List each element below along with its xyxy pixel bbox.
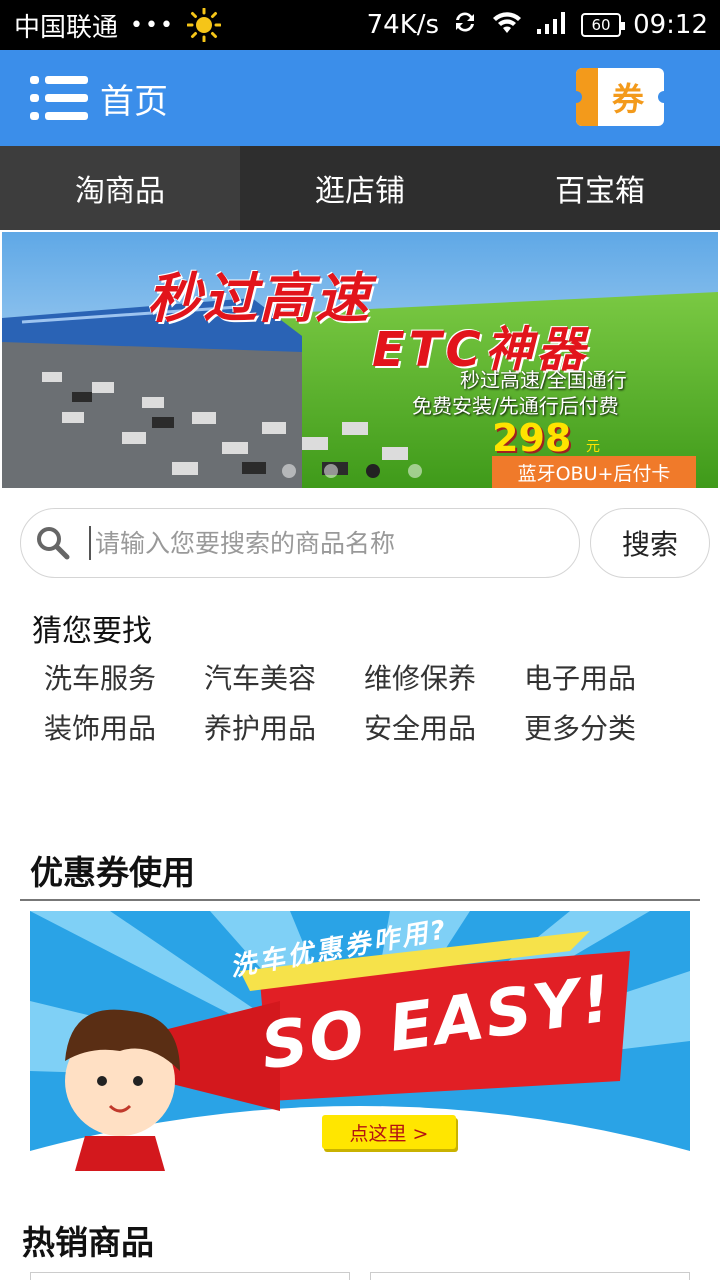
- search-icon: [33, 523, 73, 563]
- category-maintenance[interactable]: 维修保养: [364, 660, 524, 698]
- coupon-button[interactable]: 券: [570, 68, 670, 126]
- category-care[interactable]: 养护用品: [204, 710, 364, 748]
- banner-headline: 秒过高速: [147, 267, 371, 330]
- banner-line-2: 免费安装/先通行后付费: [412, 394, 619, 418]
- app-header: 首页 券: [0, 50, 720, 146]
- carousel-dot-active[interactable]: [366, 464, 380, 478]
- section-divider: [20, 899, 700, 901]
- category-grid: 洗车服务 汽车美容 维修保养 电子用品 装饰用品 养护用品 安全用品 更多分类: [44, 660, 684, 748]
- banner-tag: 蓝牙OBU+后付卡: [492, 456, 696, 488]
- promo-click-button[interactable]: 点这里 >: [322, 1115, 456, 1149]
- weather-sun-icon: [186, 7, 222, 43]
- status-bar: 中国联通 ••• 74K/s 60 09:12: [0, 0, 720, 50]
- tab-treasure-box[interactable]: 百宝箱: [480, 146, 720, 230]
- category-electronics[interactable]: 电子用品: [524, 660, 684, 698]
- category-car-beauty[interactable]: 汽车美容: [204, 660, 364, 698]
- hot-products-title: 热销商品: [22, 1223, 154, 1262]
- category-safety[interactable]: 安全用品: [364, 710, 524, 748]
- category-decoration[interactable]: 装饰用品: [44, 710, 204, 748]
- banner-price-unit: 元: [586, 439, 600, 455]
- tab-shops[interactable]: 逛店铺: [240, 146, 480, 230]
- carousel-dot[interactable]: [408, 464, 422, 478]
- sync-icon: [451, 8, 479, 43]
- promo-banner[interactable]: 秒过高速 ETC神器 秒过高速/全国通行 免费安装/先通行后付费 298 元 蓝…: [2, 232, 718, 488]
- carrier-name: 中国联通: [14, 12, 119, 43]
- tab-bar: 淘商品 逛店铺 百宝箱: [0, 146, 720, 230]
- battery-icon: 60: [581, 13, 626, 37]
- category-car-wash[interactable]: 洗车服务: [44, 660, 204, 698]
- list-menu-icon[interactable]: [30, 76, 88, 120]
- banner-line-1: 秒过高速/全国通行: [460, 368, 627, 392]
- wifi-icon: [491, 9, 523, 42]
- category-more[interactable]: 更多分类: [524, 710, 684, 748]
- carousel-dot[interactable]: [282, 464, 296, 478]
- network-speed: 74K/s: [366, 10, 440, 40]
- tab-products[interactable]: 淘商品: [0, 146, 240, 230]
- coupon-section-title: 优惠券使用: [30, 853, 195, 892]
- guess-section-title: 猜您要找: [32, 614, 152, 649]
- carousel-dot[interactable]: [324, 464, 338, 478]
- page-title: 首页: [100, 81, 168, 122]
- notification-dots: •••: [130, 12, 175, 38]
- search-input[interactable]: [89, 526, 569, 560]
- search-button[interactable]: 搜索: [590, 508, 710, 578]
- banner-price: 298: [492, 416, 572, 460]
- product-card[interactable]: [30, 1272, 350, 1280]
- clock: 09:12: [633, 10, 708, 40]
- coupon-label: 券: [611, 80, 644, 118]
- search-box: [20, 508, 580, 578]
- product-card[interactable]: [370, 1272, 690, 1280]
- signal-icon: [535, 9, 569, 42]
- coupon-promo-banner[interactable]: 洗车优惠券咋用? SO EASY! 点这里 >: [30, 911, 690, 1171]
- carousel-indicator: [282, 464, 422, 478]
